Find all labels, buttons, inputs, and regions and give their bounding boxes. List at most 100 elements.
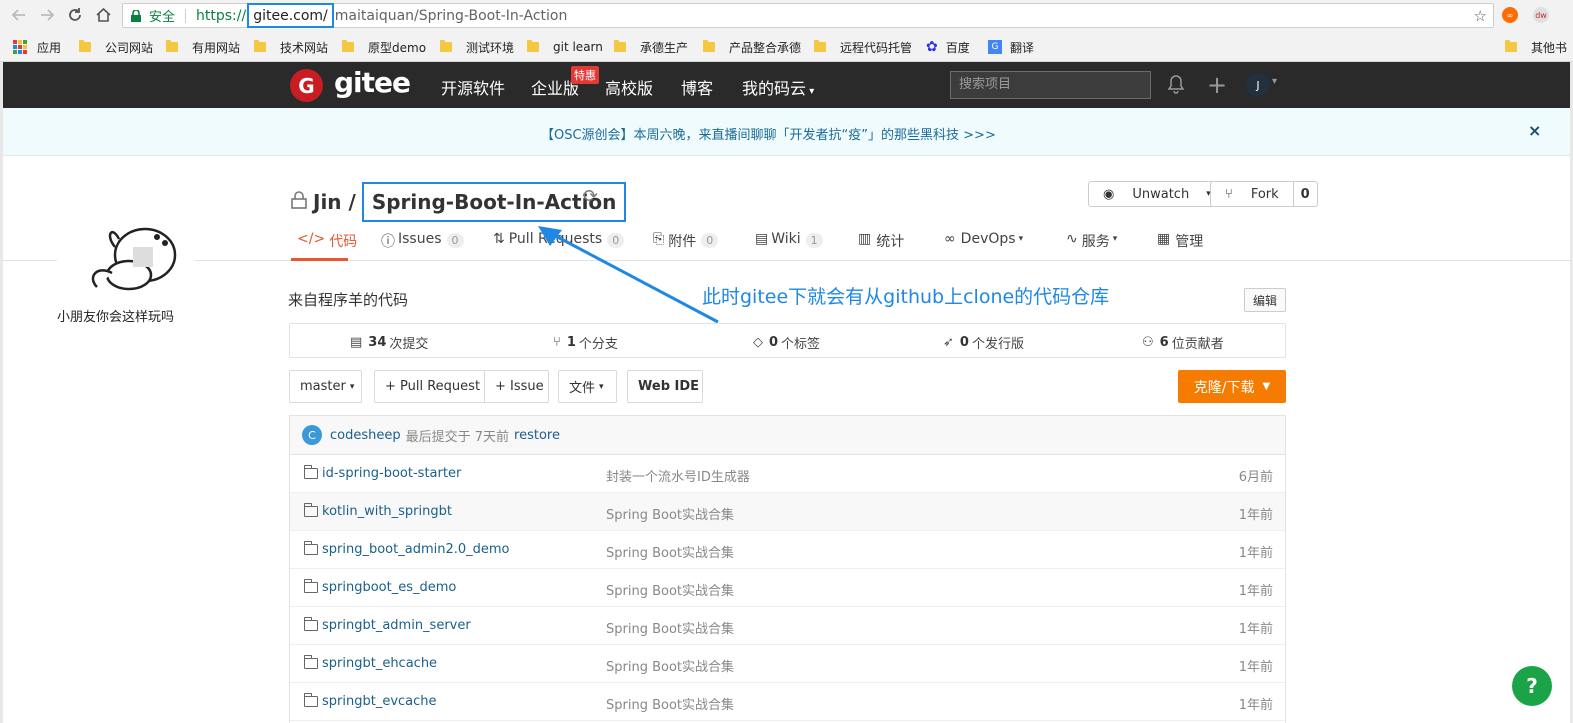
table-row[interactable]: springbt_ehcache Spring Boot实战合集 1年前 bbox=[290, 645, 1285, 683]
bookmark-label: 公司网站 bbox=[105, 40, 154, 55]
bookmark-apps[interactable]: 应用 bbox=[13, 37, 61, 57]
plus-icon[interactable]: + bbox=[1207, 71, 1227, 99]
browser-toolbar: 安全 https:// gitee.com/ maitaiquan/Spring… bbox=[0, 0, 1573, 62]
bookmark-folder[interactable]: 测试环境 bbox=[440, 37, 514, 57]
tab-services[interactable]: ∿ 服务 ▾ bbox=[1066, 220, 1117, 261]
infinity-icon: ∞ bbox=[944, 231, 956, 247]
file-list: C codesheep 最后提交于 7天前 restore id-spring-… bbox=[289, 415, 1286, 723]
bookmark-folder[interactable]: 有用网站 bbox=[166, 37, 240, 57]
home-icon[interactable] bbox=[92, 4, 114, 26]
nav-open-source[interactable]: 开源软件 bbox=[441, 75, 505, 99]
new-pull-request-button[interactable]: + Pull Request bbox=[374, 370, 485, 403]
commit-author[interactable]: codesheep bbox=[330, 428, 401, 443]
announcement-link[interactable]: 【OSC源创会】本周六晚，来直播间聊聊「开发者抗“疫”」的那些黑科技 >>> bbox=[541, 124, 996, 143]
fork-icon: ⑂ bbox=[1225, 186, 1233, 202]
table-row[interactable]: spring_boot_admin2.0_demo Spring Boot实战合… bbox=[290, 531, 1285, 569]
address-bar[interactable]: 安全 https:// gitee.com/ maitaiquan/Spring… bbox=[122, 3, 1494, 28]
bookmark-label: 百度 bbox=[945, 40, 970, 55]
extension-icon[interactable]: ∞ bbox=[1502, 7, 1518, 23]
bookmark-folder[interactable]: 承德生产 bbox=[614, 37, 688, 57]
help-button[interactable]: ? bbox=[1512, 666, 1552, 706]
bookmark-folder[interactable]: 产品整合承德 bbox=[703, 37, 801, 57]
file-commit-message[interactable]: Spring Boot实战合集 bbox=[606, 504, 734, 523]
tab-issues[interactable]: ⓘ Issues 0 bbox=[381, 220, 464, 261]
file-commit-message[interactable]: 封装一个流水号ID生成器 bbox=[606, 466, 750, 485]
file-name[interactable]: springbt_ehcache bbox=[304, 655, 437, 671]
caret-down-icon: ▾ bbox=[1018, 234, 1024, 244]
bookmark-folder[interactable]: git learn bbox=[527, 37, 603, 57]
stat-commits[interactable]: ▤ 34 次提交 bbox=[350, 333, 428, 352]
avatar[interactable]: C bbox=[302, 425, 322, 445]
file-name[interactable]: springboot_es_demo bbox=[304, 579, 456, 595]
file-commit-message[interactable]: Spring Boot实战合集 bbox=[606, 618, 734, 637]
stat-contributors[interactable]: ⚇ 6 位贡献者 bbox=[1142, 333, 1224, 352]
tab-wiki[interactable]: ▤ Wiki 1 bbox=[755, 220, 823, 261]
bell-icon[interactable] bbox=[1167, 74, 1185, 99]
file-name[interactable]: spring_boot_admin2.0_demo bbox=[304, 541, 510, 557]
file-name-label: springbt_admin_server bbox=[322, 618, 471, 633]
caret-down-icon[interactable]: ▾ bbox=[1272, 76, 1277, 87]
fork-count[interactable]: 0 bbox=[1292, 182, 1317, 206]
file-name[interactable]: kotlin_with_springbt bbox=[304, 503, 452, 519]
reload-icon[interactable] bbox=[64, 4, 86, 26]
files-dropdown[interactable]: 文件 ▾ bbox=[558, 370, 617, 403]
tab-devops[interactable]: ∞ DevOps ▾ bbox=[944, 220, 1023, 261]
gitee-logo-text[interactable]: gitee bbox=[334, 66, 411, 99]
extension-icon[interactable]: dw bbox=[1533, 7, 1549, 23]
branch-select[interactable]: master ▾ bbox=[289, 370, 362, 403]
file-commit-message[interactable]: Spring Boot实战合集 bbox=[606, 694, 734, 713]
file-name[interactable]: springbt_evcache bbox=[304, 693, 437, 709]
edit-button[interactable]: 编辑 bbox=[1244, 288, 1286, 312]
commit-message[interactable]: restore bbox=[514, 428, 560, 443]
bookmark-folder[interactable]: 公司网站 bbox=[79, 37, 153, 57]
bookmark-label: 翻译 bbox=[1010, 40, 1035, 55]
tab-code[interactable]: </> 代码 bbox=[291, 220, 357, 261]
file-commit-message[interactable]: Spring Boot实战合集 bbox=[606, 580, 734, 599]
branch-icon: ⑂ bbox=[553, 335, 561, 350]
fork-button[interactable]: ⑂ Fork 0 bbox=[1210, 181, 1318, 207]
gitee-logo-icon[interactable]: G bbox=[290, 69, 323, 102]
url-path: maitaiquan/Spring-Boot-In-Action bbox=[334, 7, 568, 24]
table-row[interactable]: springboot_es_demo Spring Boot实战合集 1年前 bbox=[290, 569, 1285, 607]
file-commit-message[interactable]: Spring Boot实战合集 bbox=[606, 656, 734, 675]
stat-tags[interactable]: ◇ 0 个标签 bbox=[753, 333, 820, 352]
bookmark-baidu[interactable]: ✿ 百度 bbox=[926, 37, 970, 57]
tab-stats[interactable]: ▥ 统计 bbox=[858, 220, 904, 261]
bookmark-folder[interactable]: 远程代码托管 bbox=[814, 37, 912, 57]
search-input[interactable]: 搜索项目 bbox=[950, 71, 1151, 99]
nav-my-gitee[interactable]: 我的码云 ▾ bbox=[742, 75, 814, 99]
stat-branches[interactable]: ⑂ 1 个分支 bbox=[553, 333, 618, 352]
bookmark-folder[interactable]: 原型demo bbox=[342, 37, 426, 57]
commit-icon: ▤ bbox=[350, 335, 363, 350]
clone-download-button[interactable]: 克隆/下载 ▼ bbox=[1178, 370, 1286, 403]
repo-owner[interactable]: Jin / bbox=[313, 190, 356, 214]
nav-education[interactable]: 高校版 bbox=[605, 75, 653, 99]
web-ide-button[interactable]: Web IDE bbox=[627, 370, 703, 403]
bookmark-translate[interactable]: G 翻译 bbox=[988, 37, 1034, 57]
lock-icon bbox=[291, 190, 307, 214]
new-issue-button[interactable]: + Issue bbox=[484, 370, 549, 403]
file-commit-message[interactable]: Spring Boot实战合集 bbox=[606, 542, 734, 561]
tab-label: Issues bbox=[398, 231, 442, 247]
stat-number: 1 bbox=[566, 335, 576, 350]
nav-blog[interactable]: 博客 bbox=[681, 75, 713, 99]
table-row[interactable]: id-spring-boot-starter 封装一个流水号ID生成器 6月前 bbox=[290, 455, 1285, 493]
file-name[interactable]: id-spring-boot-starter bbox=[304, 465, 461, 481]
stat-releases[interactable]: ➶ 0 个发行版 bbox=[943, 333, 1024, 352]
close-icon[interactable]: × bbox=[1528, 121, 1541, 140]
table-row[interactable]: kotlin_with_springbt Spring Boot实战合集 1年前 bbox=[290, 493, 1285, 531]
files-label: 文件 bbox=[569, 381, 596, 396]
file-name[interactable]: springbt_admin_server bbox=[304, 617, 471, 633]
bookmark-folder[interactable]: 技术网站 bbox=[254, 37, 328, 57]
table-row[interactable]: springbt_evcache Spring Boot实战合集 1年前 bbox=[290, 683, 1285, 721]
bookmark-other[interactable]: 其他书 bbox=[1505, 37, 1567, 57]
table-row[interactable]: springbt_admin_server Spring Boot实战合集 1年… bbox=[290, 607, 1285, 645]
bookmark-star-icon[interactable]: ☆ bbox=[1474, 7, 1487, 25]
back-icon[interactable] bbox=[8, 4, 30, 26]
sync-icon[interactable]: ⟳ bbox=[583, 186, 598, 207]
user-avatar[interactable]: J bbox=[1246, 73, 1270, 97]
forward-icon[interactable] bbox=[36, 4, 58, 26]
repo-stats: ▤ 34 次提交 ⑂ 1 个分支 ◇ 0 个标签 ➶ 0 个发行版 ⚇ 6 位贡献者 bbox=[289, 323, 1286, 358]
folder-icon bbox=[304, 655, 318, 669]
tab-manage[interactable]: ▦ 管理 bbox=[1157, 220, 1203, 261]
